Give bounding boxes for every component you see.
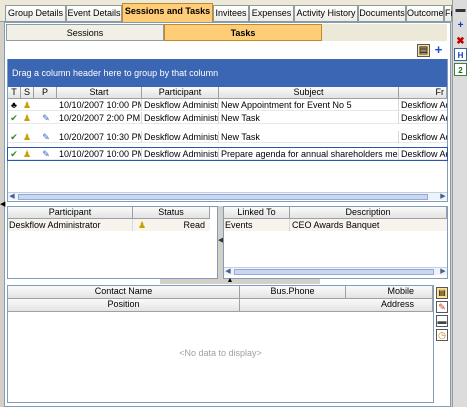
person-icon: ♟: [22, 100, 32, 110]
column-header-participant[interactable]: Participant: [142, 87, 219, 99]
tab-outcome[interactable]: Outcome: [406, 5, 444, 21]
person-icon: ♟: [22, 113, 32, 123]
appointment-icon: ♣: [11, 100, 17, 110]
linked-to-header: Linked To Description: [224, 207, 447, 219]
no-data-message: <No data to display>: [179, 348, 262, 358]
tab-sessions-and-tasks[interactable]: Sessions and Tasks: [122, 3, 213, 22]
tasks-horizontal-scrollbar[interactable]: ◀ ▶: [8, 192, 447, 200]
tab-group-details[interactable]: Group Details: [5, 5, 66, 21]
start-cell: 10/20/2007 10:30 PM: [59, 131, 142, 143]
column-header-address[interactable]: Address: [240, 299, 433, 312]
tasks-toolbar: ▤ +: [7, 42, 448, 59]
print-icon[interactable]: 2: [454, 63, 467, 76]
pin-icon: ✎: [42, 132, 50, 142]
contacts-header-row-1: Contact Name Bus.Phone Mobile: [8, 286, 433, 299]
top-tab-strip: Group Details Event Details Sessions and…: [0, 0, 454, 22]
subject-cell: Prepare agenda for annual shareholders m…: [221, 148, 399, 160]
scroll-right-icon[interactable]: ▶: [439, 193, 447, 201]
column-header-participant[interactable]: Participant: [8, 207, 133, 219]
linked-row[interactable]: Events CEO Awards Banquet: [224, 219, 447, 231]
participant-name-cell: Deskflow Administrator: [8, 219, 133, 231]
add-task-icon[interactable]: +: [432, 43, 445, 57]
collapse-up-icon[interactable]: ▲: [224, 277, 236, 284]
person-icon: ♟: [137, 220, 147, 230]
tasks-header: T S P Start Participant Subject Fr: [8, 87, 447, 99]
splitter-left-icon[interactable]: ◀: [0, 200, 5, 210]
horizontal-splitter[interactable]: [160, 279, 320, 284]
history-icon[interactable]: H: [454, 48, 467, 61]
start-cell: 10/10/2007 10:00 PM: [59, 148, 142, 160]
column-header-fr[interactable]: Fr: [399, 87, 447, 99]
column-header-contact-name[interactable]: Contact Name: [8, 286, 240, 299]
tab-event-details[interactable]: Event Details: [66, 5, 122, 21]
column-header-start[interactable]: Start: [57, 87, 142, 99]
participant-cell: Deskflow Administrat: [144, 148, 219, 160]
tab-activity-history[interactable]: Activity History: [294, 5, 358, 21]
table-row[interactable]: ✔ ♟ ✎ 10/10/2007 10:00 PM Deskflow Admin…: [7, 147, 448, 161]
person-icon: ♟: [22, 132, 32, 142]
column-header-description[interactable]: Description: [290, 207, 447, 219]
clock-icon[interactable]: ◷: [436, 329, 448, 341]
fr-cell: Deskflow Ad: [401, 132, 447, 142]
find-icon[interactable]: ▤: [417, 44, 430, 57]
task-icon: ✔: [10, 113, 18, 123]
table-row[interactable]: ♣ ♟ 10/10/2007 10:00 PM Deskflow Adminis…: [8, 99, 447, 111]
tab-expenses[interactable]: Expenses: [249, 5, 294, 21]
table-row[interactable]: ✔ ♟ ✎ 10/20/2007 10:30 PM Deskflow Admin…: [8, 131, 447, 143]
status-cell: Read: [183, 220, 205, 230]
fr-cell: Deskflow Ad: [401, 100, 447, 110]
tab-tasks[interactable]: Tasks: [164, 24, 322, 41]
scroll-left-icon[interactable]: ◀: [224, 268, 232, 276]
scrollbar-thumb[interactable]: [234, 269, 434, 275]
add-icon[interactable]: +: [454, 19, 467, 32]
pin-icon: ✎: [42, 113, 50, 123]
participant-row[interactable]: Deskflow Administrator ♟ Read: [8, 219, 210, 231]
scrollbar-thumb[interactable]: [18, 194, 428, 200]
column-header-position[interactable]: Position: [8, 299, 240, 312]
column-header-status[interactable]: Status: [133, 207, 210, 219]
save-icon[interactable]: ▬: [454, 3, 467, 16]
participant-cell: Deskflow Administrat: [144, 112, 219, 124]
column-header-linked-to[interactable]: Linked To: [224, 207, 290, 219]
subject-cell: New Appointment for Event No 5: [219, 99, 399, 111]
start-cell: 10/20/2007 2:00 PM: [59, 112, 142, 124]
task-icon: ✔: [10, 132, 18, 142]
remove-contact-icon[interactable]: ▬: [436, 315, 448, 327]
scroll-left-icon[interactable]: ◀: [8, 193, 16, 201]
person-icon: ♟: [22, 149, 32, 159]
group-by-area[interactable]: Drag a column header here to group by th…: [8, 59, 447, 87]
fr-cell: Deskflow Ad: [401, 149, 447, 159]
linked-horizontal-scrollbar[interactable]: ◀ ▶: [224, 267, 447, 275]
task-icon: ✔: [10, 149, 18, 159]
tab-documents[interactable]: Documents: [358, 5, 406, 21]
find-contact-icon[interactable]: ▤: [436, 287, 448, 299]
pin-icon: ✎: [42, 149, 50, 159]
column-header-mobile[interactable]: Mobile: [346, 286, 433, 299]
scroll-right-icon[interactable]: ▶: [439, 268, 447, 276]
linked-to-cell: Events: [224, 219, 290, 231]
fr-cell: Deskflow Ad: [401, 113, 447, 123]
tab-sessions[interactable]: Sessions: [6, 24, 164, 41]
participant-cell: Deskflow Administrat: [144, 99, 219, 111]
subject-cell: New Task: [219, 131, 399, 143]
right-toolbar: ▬ + ✖ H 2: [452, 0, 467, 407]
description-cell: CEO Awards Banquet: [292, 220, 380, 230]
delete-icon[interactable]: ✖: [454, 35, 467, 48]
tab-invitees[interactable]: Invitees: [213, 5, 249, 21]
subject-cell: New Task: [219, 112, 399, 124]
link-contact-icon[interactable]: ✎: [436, 301, 448, 313]
column-header-t[interactable]: T: [8, 87, 21, 99]
column-header-s[interactable]: S: [21, 87, 34, 99]
participant-cell: Deskflow Administrat: [144, 131, 219, 143]
tab-fr[interactable]: Fr: [444, 5, 454, 21]
participants-header: Participant Status: [8, 207, 217, 219]
column-header-subject[interactable]: Subject: [219, 87, 399, 99]
start-cell: 10/10/2007 10:00 PM: [59, 99, 142, 111]
contacts-header-row-2: Position Address: [8, 299, 433, 312]
sub-tab-strip: Sessions Tasks: [6, 24, 447, 41]
table-row[interactable]: ✔ ♟ ✎ 10/20/2007 2:00 PM Deskflow Admini…: [8, 112, 447, 124]
column-header-bus-phone[interactable]: Bus.Phone: [240, 286, 346, 299]
column-header-p[interactable]: P: [34, 87, 57, 99]
